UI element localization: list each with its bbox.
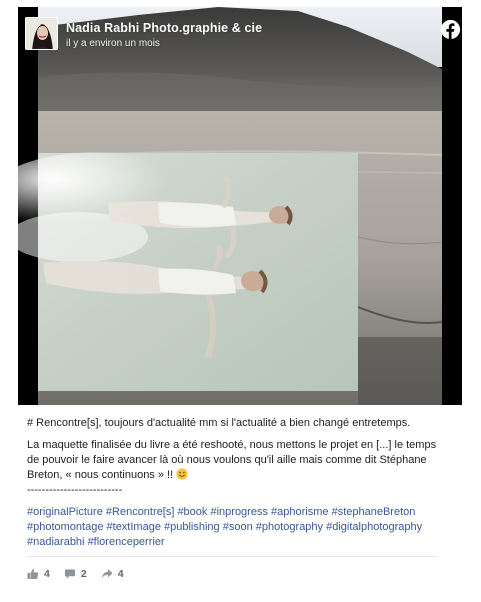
post-text-body: La maquette finalisée du livre a été res… <box>27 438 442 483</box>
share-icon <box>101 569 113 579</box>
hashtag[interactable]: #Rencontre[s] <box>106 506 174 518</box>
hashtag[interactable]: #originalPicture <box>27 506 103 518</box>
post-text-line2: La maquette finalisée du livre a été res… <box>27 439 437 481</box>
post-text: # Rencontre[s], toujours d'actualité mm … <box>27 416 442 550</box>
page-name[interactable]: Nadia Rabhi Photo.graphie & cie <box>66 21 262 35</box>
hashtag[interactable]: #photomontage <box>27 521 103 533</box>
comment-count-value: 2 <box>80 568 87 580</box>
hashtag[interactable]: #textImage <box>107 521 161 533</box>
post-header: Nadia Rabhi Photo.graphie & cie il y a e… <box>25 17 461 55</box>
post-media[interactable]: Nadia Rabhi Photo.graphie & cie il y a e… <box>18 7 462 405</box>
share-count-value: 4 <box>117 568 124 580</box>
avatar-portrait <box>26 18 57 49</box>
hashtag[interactable]: #soon <box>223 521 253 533</box>
hashtag[interactable]: #stephaneBreton <box>332 506 416 518</box>
hashtag[interactable]: #nadiarabhi <box>27 536 85 548</box>
hashtag[interactable]: #digitalphotography <box>326 521 422 533</box>
hashtag[interactable]: #aphorisme <box>271 506 328 518</box>
post-timestamp[interactable]: il y a environ un mois <box>66 38 160 49</box>
post-text-line1: # Rencontre[s], toujours d'actualité mm … <box>27 417 411 429</box>
share-count[interactable]: 4 <box>101 568 124 580</box>
hashtag[interactable]: #florenceperrier <box>88 536 165 548</box>
post-card: Nadia Rabhi Photo.graphie & cie il y a e… <box>18 0 462 602</box>
reaction-bar: 4 2 4 <box>27 566 138 582</box>
hashtag[interactable]: #photography <box>256 521 323 533</box>
hashtag-list: #originalPicture #Rencontre[s] #book #in… <box>27 505 442 550</box>
separator: -------------------------- <box>27 484 123 496</box>
comment-count[interactable]: 2 <box>64 568 87 580</box>
hashtag[interactable]: #inprogress <box>210 506 267 518</box>
smile-emoji-icon <box>176 468 188 480</box>
hashtag[interactable]: #book <box>177 506 207 518</box>
hashtag[interactable]: #publishing <box>164 521 220 533</box>
like-count[interactable]: 4 <box>27 568 50 580</box>
facebook-icon[interactable] <box>440 19 461 40</box>
divider <box>27 556 437 557</box>
post-photo <box>18 7 462 405</box>
like-count-value: 4 <box>44 568 50 580</box>
thumbs-up-icon <box>27 568 39 579</box>
avatar[interactable] <box>25 17 58 50</box>
comment-icon <box>64 569 75 579</box>
